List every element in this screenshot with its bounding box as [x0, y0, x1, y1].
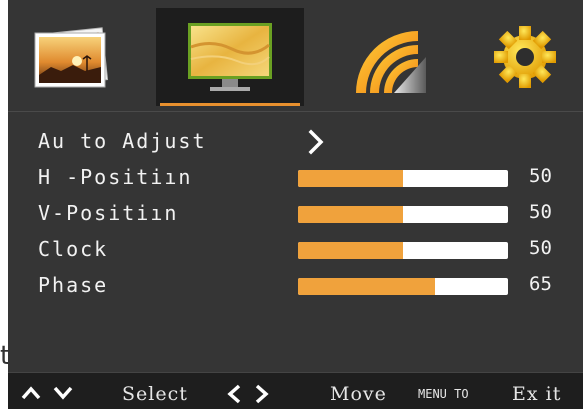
exit-hint: Ex it	[512, 383, 562, 405]
menu-item-label: Au to Adjust	[38, 129, 207, 153]
menu-item-h-position[interactable]: H -Positiın 50	[8, 160, 583, 196]
chevron-down-icon	[53, 386, 73, 400]
menu-item-v-position[interactable]: V-Positiın 50	[8, 196, 583, 232]
osd-menu: Au to Adjust H -Positiın 50 V-Positiın 5…	[8, 0, 583, 409]
menu-item-label: V-Positiın	[38, 201, 179, 225]
slider-fill	[298, 170, 403, 187]
chevron-left-icon	[227, 384, 241, 404]
picture-icon	[34, 27, 109, 88]
slider-value: 50	[529, 165, 552, 187]
settings-gear-icon	[494, 26, 556, 88]
menu-item-auto-adjust[interactable]: Au to Adjust	[8, 124, 583, 160]
slider-fill	[298, 206, 403, 223]
slider-value: 50	[529, 201, 552, 223]
tab-settings[interactable]	[470, 8, 580, 106]
menu-item-label: H -Positiın	[38, 165, 193, 189]
menu-item-label: Phase	[38, 273, 109, 297]
select-hint: Select	[122, 383, 188, 405]
v-position-slider[interactable]	[298, 206, 508, 223]
h-position-slider[interactable]	[298, 170, 508, 187]
menu-item-clock[interactable]: Clock 50	[8, 232, 583, 268]
tab-separator	[8, 111, 583, 112]
chevron-right-icon[interactable]	[307, 128, 325, 156]
clock-slider[interactable]	[298, 242, 508, 259]
menu-item-label: Clock	[38, 237, 109, 261]
category-tabs	[8, 0, 583, 108]
chevron-right-icon	[255, 384, 269, 404]
menu-to-hint: MENU TO	[418, 387, 469, 401]
slider-value: 50	[529, 237, 552, 259]
button-hint-bar: Select Move MENU TO Ex it	[8, 372, 583, 409]
active-tab-indicator	[160, 103, 300, 106]
slider-value: 65	[529, 273, 552, 295]
move-hint: Move	[330, 383, 387, 405]
tab-signal[interactable]	[330, 8, 448, 106]
slider-fill	[298, 278, 435, 295]
slider-fill	[298, 242, 403, 259]
screen-icon	[188, 23, 272, 91]
chevron-up-icon	[21, 386, 41, 400]
tab-picture[interactable]	[14, 8, 132, 106]
menu-item-phase[interactable]: Phase 65	[8, 268, 583, 304]
tab-screen[interactable]	[156, 8, 304, 106]
phase-slider[interactable]	[298, 278, 508, 295]
stray-text-fragment: t	[0, 341, 8, 371]
signal-icon	[356, 31, 426, 93]
